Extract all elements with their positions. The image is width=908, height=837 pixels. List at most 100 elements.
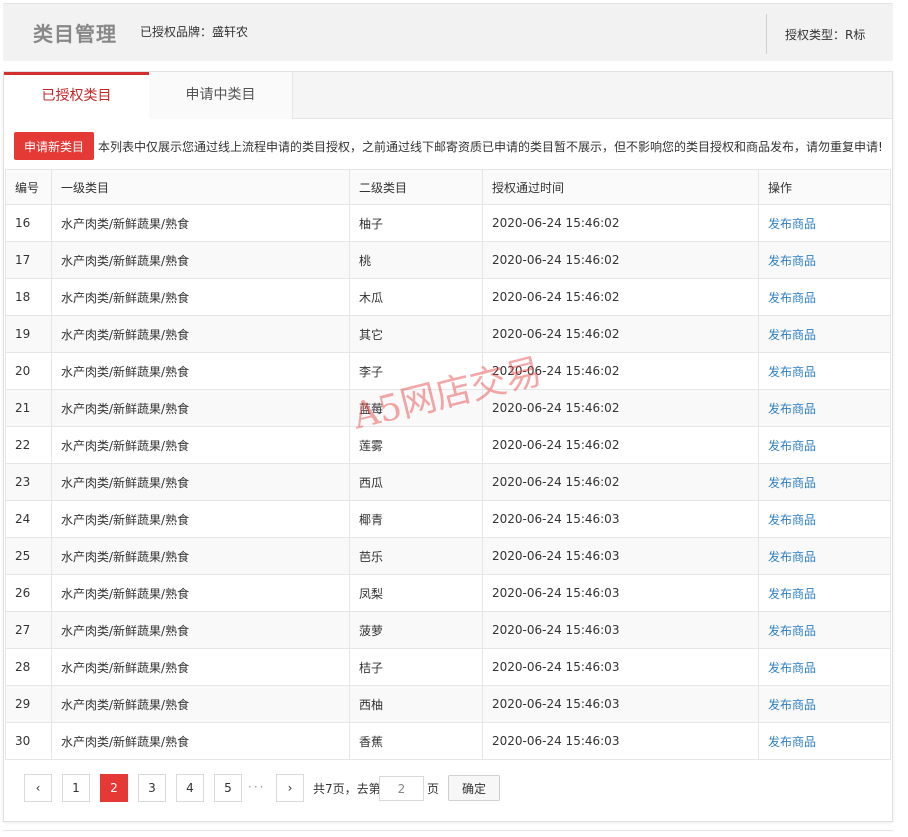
cell-action: 发布商品: [758, 611, 891, 649]
table-row: 19 水产肉类/新鲜蔬果/熟食 其它 2020-06-24 15:46:02 发布商品: [5, 315, 891, 353]
page-suffix-label: 页: [427, 782, 440, 796]
cell-level2: 桃: [349, 241, 483, 279]
table-row: 16 水产肉类/新鲜蔬果/熟食 柚子 2020-06-24 15:46:02 发布商品: [5, 204, 891, 242]
publish-product-link[interactable]: 发布商品: [768, 513, 816, 527]
cell-level2: 木瓜: [349, 278, 483, 316]
table-row: 29 水产肉类/新鲜蔬果/熟食 西柚 2020-06-24 15:46:03 发布商品: [5, 685, 891, 723]
header-divider: [766, 14, 767, 54]
page-button-2[interactable]: 2: [100, 774, 128, 802]
cell-id: 20: [5, 352, 52, 390]
table-row: 25 水产肉类/新鲜蔬果/熟食 芭乐 2020-06-24 15:46:03 发布商品: [5, 537, 891, 575]
cell-id: 25: [5, 537, 52, 575]
page-button-4[interactable]: 4: [176, 774, 204, 802]
cell-level2: 其它: [349, 315, 483, 353]
cell-time: 2020-06-24 15:46:02: [482, 315, 759, 353]
cell-action: 发布商品: [758, 685, 891, 723]
cell-action: 发布商品: [758, 389, 891, 427]
cell-action: 发布商品: [758, 426, 891, 464]
table-row: 18 水产肉类/新鲜蔬果/熟食 木瓜 2020-06-24 15:46:02 发布商品: [5, 278, 891, 316]
publish-product-link[interactable]: 发布商品: [768, 698, 816, 712]
publish-product-link[interactable]: 发布商品: [768, 365, 816, 379]
cell-level2: 菠萝: [349, 611, 483, 649]
cell-action: 发布商品: [758, 648, 891, 686]
cell-level2: 桔子: [349, 648, 483, 686]
cell-level1: 水产肉类/新鲜蔬果/熟食: [51, 352, 350, 390]
cell-action: 发布商品: [758, 537, 891, 575]
cell-id: 30: [5, 722, 52, 760]
next-page-icon[interactable]: ›: [276, 774, 304, 802]
cell-time: 2020-06-24 15:46:03: [482, 648, 759, 686]
cell-id: 29: [5, 685, 52, 723]
table-row: 23 水产肉类/新鲜蔬果/熟食 西瓜 2020-06-24 15:46:02 发布商品: [5, 463, 891, 501]
publish-product-link[interactable]: 发布商品: [768, 402, 816, 416]
cell-level1: 水产肉类/新鲜蔬果/熟食: [51, 278, 350, 316]
cell-level1: 水产肉类/新鲜蔬果/熟食: [51, 648, 350, 686]
cell-time: 2020-06-24 15:46:02: [482, 278, 759, 316]
cell-action: 发布商品: [758, 463, 891, 501]
cell-level2: 莲雾: [349, 426, 483, 464]
page-header: 类目管理 已授权品牌：盛轩农 授权类型：R标: [3, 3, 893, 61]
cell-id: 27: [5, 611, 52, 649]
table-row: 20 水产肉类/新鲜蔬果/熟食 李子 2020-06-24 15:46:02 发布商品: [5, 352, 891, 390]
page-button-5[interactable]: 5: [214, 774, 242, 802]
cell-id: 23: [5, 463, 52, 501]
page-title: 类目管理: [33, 22, 117, 46]
apply-new-category-button[interactable]: 申请新类目: [14, 132, 94, 160]
table-row: 27 水产肉类/新鲜蔬果/熟食 菠萝 2020-06-24 15:46:03 发布商品: [5, 611, 891, 649]
tab-pending-categories[interactable]: 申请中类目: [149, 72, 293, 119]
table-header-row: 编号 一级类目 二级类目 授权通过时间 操作: [5, 169, 891, 205]
notice-bar: 申请新类目 本列表中仅展示您通过线上流程申请的类目授权，之前通过线下邮寄资质已申…: [14, 132, 892, 160]
publish-product-link[interactable]: 发布商品: [768, 291, 816, 305]
category-table: 编号 一级类目 二级类目 授权通过时间 操作 16 水产肉类/新鲜蔬果/熟食 柚子 2…: [5, 169, 891, 760]
publish-product-link[interactable]: 发布商品: [768, 328, 816, 342]
publish-product-link[interactable]: 发布商品: [768, 476, 816, 490]
cell-time: 2020-06-24 15:46:02: [482, 426, 759, 464]
cell-level1: 水产肉类/新鲜蔬果/熟食: [51, 611, 350, 649]
publish-product-link[interactable]: 发布商品: [768, 624, 816, 638]
publish-product-link[interactable]: 发布商品: [768, 587, 816, 601]
goto-page-input[interactable]: [379, 776, 424, 801]
cell-time: 2020-06-24 15:46:02: [482, 204, 759, 242]
page-button-3[interactable]: 3: [138, 774, 166, 802]
publish-product-link[interactable]: 发布商品: [768, 254, 816, 268]
publish-product-link[interactable]: 发布商品: [768, 550, 816, 564]
cell-id: 26: [5, 574, 52, 612]
cell-action: 发布商品: [758, 204, 891, 242]
cell-action: 发布商品: [758, 500, 891, 538]
cell-id: 16: [5, 204, 52, 242]
publish-product-link[interactable]: 发布商品: [768, 217, 816, 231]
cell-time: 2020-06-24 15:46:03: [482, 611, 759, 649]
page-button-1[interactable]: 1: [62, 774, 90, 802]
notice-text: 本列表中仅展示您通过线上流程申请的类目授权，之前通过线下邮寄资质已申请的类目暂不…: [98, 140, 883, 154]
table-row: 30 水产肉类/新鲜蔬果/熟食 香蕉 2020-06-24 15:46:03 发布商品: [5, 722, 891, 760]
header-time: 授权通过时间: [482, 169, 759, 205]
tab-bar: 已授权类目 申请中类目: [4, 72, 892, 120]
cell-time: 2020-06-24 15:46:03: [482, 574, 759, 612]
cell-time: 2020-06-24 15:46:02: [482, 352, 759, 390]
authorized-brand: 已授权品牌：盛轩农: [140, 25, 249, 39]
header-level2: 二级类目: [349, 169, 483, 205]
cell-action: 发布商品: [758, 315, 891, 353]
cell-action: 发布商品: [758, 241, 891, 279]
cell-level2: 西瓜: [349, 463, 483, 501]
cell-level2: 西柚: [349, 685, 483, 723]
tab-authorized-categories[interactable]: 已授权类目: [4, 72, 149, 120]
cell-level1: 水产肉类/新鲜蔬果/熟食: [51, 241, 350, 279]
table-row: 28 水产肉类/新鲜蔬果/熟食 桔子 2020-06-24 15:46:03 发布商品: [5, 648, 891, 686]
publish-product-link[interactable]: 发布商品: [768, 661, 816, 675]
publish-product-link[interactable]: 发布商品: [768, 735, 816, 749]
cell-level1: 水产肉类/新鲜蔬果/熟食: [51, 685, 350, 723]
authorization-type: 授权类型：R标: [785, 28, 866, 42]
cell-level2: 柚子: [349, 204, 483, 242]
prev-page-icon[interactable]: ‹: [24, 774, 52, 802]
cell-time: 2020-06-24 15:46:02: [482, 241, 759, 279]
confirm-goto-button[interactable]: 确定: [448, 775, 500, 801]
cell-level2: 椰青: [349, 500, 483, 538]
publish-product-link[interactable]: 发布商品: [768, 439, 816, 453]
category-panel: 已授权类目 申请中类目 申请新类目 本列表中仅展示您通过线上流程申请的类目授权，…: [3, 71, 893, 822]
cell-id: 17: [5, 241, 52, 279]
cell-level1: 水产肉类/新鲜蔬果/熟食: [51, 537, 350, 575]
cell-time: 2020-06-24 15:46:03: [482, 500, 759, 538]
cell-level2: 凤梨: [349, 574, 483, 612]
table-row: 22 水产肉类/新鲜蔬果/熟食 莲雾 2020-06-24 15:46:02 发布商品: [5, 426, 891, 464]
